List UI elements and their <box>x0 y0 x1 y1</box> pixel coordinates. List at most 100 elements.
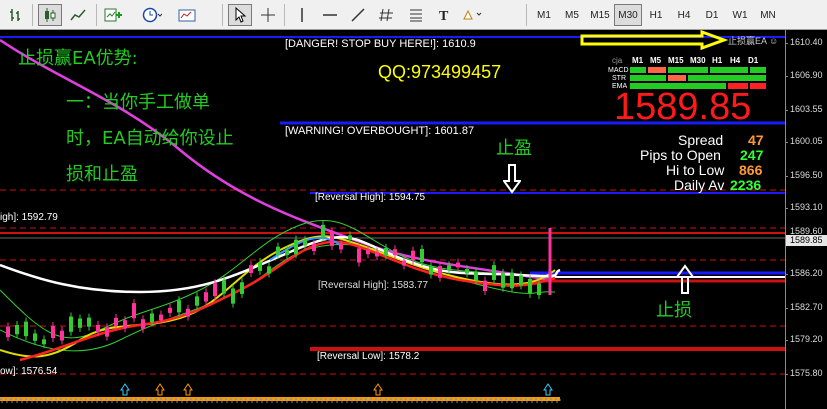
panel-header-m1: M1 <box>632 56 644 65</box>
hash-icon[interactable] <box>374 4 398 26</box>
candle <box>186 304 190 321</box>
candle <box>168 303 172 317</box>
svg-text:T: T <box>439 9 449 23</box>
timeframe-m30[interactable]: M30 <box>614 4 642 26</box>
candle <box>123 316 127 333</box>
pips-label: Pips to Open <box>640 147 721 163</box>
daily-label: Daily Av <box>674 177 725 193</box>
candle <box>24 317 28 341</box>
candlestick-icon[interactable] <box>38 4 62 26</box>
crosshair-icon[interactable] <box>256 4 280 26</box>
panel-header-m5: M5 <box>650 56 662 65</box>
candle <box>258 258 262 275</box>
panel-row-str: STR <box>612 75 626 82</box>
stop-loss-label: 止损 <box>656 300 692 321</box>
pips-value: 247 <box>740 147 764 163</box>
toolbar: T M1 M5 M15 M30 H1 H4 D1 W1 MN <box>0 0 827 30</box>
candle <box>195 292 199 310</box>
candle <box>528 274 532 298</box>
candle <box>132 299 136 323</box>
panel-header-pair: cja <box>612 56 623 65</box>
fibonacci-icon[interactable] <box>404 4 428 26</box>
candle <box>150 309 154 327</box>
timeframe-mn[interactable]: MN <box>754 4 782 26</box>
axis-tick: 1606.90 <box>790 70 823 80</box>
daily-value: 2236 <box>730 177 762 193</box>
line-chart-icon[interactable] <box>66 4 90 26</box>
axis-tick: 1600.05 <box>790 136 823 146</box>
candle <box>231 284 235 308</box>
up-arrow-icon <box>675 264 695 294</box>
ea-heading: 止损赢EA优势: <box>18 48 138 69</box>
bar-chart-icon[interactable] <box>4 4 28 26</box>
candle <box>15 320 19 339</box>
spread-label: Spread <box>678 132 724 148</box>
candle <box>339 239 343 254</box>
price-axis: 1610.40 1606.90 1603.55 1600.05 1596.50 … <box>785 30 827 409</box>
panel-header-m15: M15 <box>668 56 684 65</box>
candle <box>321 220 325 242</box>
ea-line2: 时，EA自动给你设止 <box>66 128 234 149</box>
vertical-line-icon[interactable] <box>290 4 314 26</box>
candle <box>402 256 406 270</box>
signal-arrow-icon <box>373 383 383 396</box>
left-high-label: igh]: 1592.79 <box>0 212 58 223</box>
candle <box>114 313 118 330</box>
danger-label: [DANGER! STOP BUY HERE!]: 1610.9 <box>285 38 476 50</box>
axis-tick: 1586.20 <box>790 268 823 278</box>
new-chart-icon[interactable] <box>102 4 126 26</box>
chart-area[interactable]: 止损赢EA优势: 一：当你手工做单 时，EA自动给你设止 损和止盈 QQ:973… <box>0 30 785 409</box>
timeframe-w1[interactable]: W1 <box>726 4 754 26</box>
timeframe-m1[interactable]: M1 <box>530 4 558 26</box>
candle <box>87 313 91 331</box>
ea-line1: 一：当你手工做单 <box>66 92 210 113</box>
candle <box>330 227 334 251</box>
hilow-value: 866 <box>739 162 763 178</box>
ea-line3: 损和止盈 <box>66 164 138 185</box>
warning-label: [WARNING! OVERBOUGHT]: 1601.87 <box>285 125 475 137</box>
candle <box>33 329 37 345</box>
reversal-low-label: [Reversal Low]: 1578.2 <box>317 351 420 362</box>
timeframe-m15[interactable]: M15 <box>586 4 614 26</box>
candle <box>42 335 46 349</box>
candle <box>303 236 307 250</box>
clock-icon[interactable] <box>140 4 164 26</box>
hilow-label: Hi to Low <box>666 162 725 178</box>
qq-label: QQ:973499457 <box>378 62 502 82</box>
zoom-in-icon[interactable] <box>176 4 200 26</box>
candle <box>357 244 361 267</box>
candle <box>105 323 109 341</box>
candle <box>411 246 415 265</box>
shapes-icon[interactable] <box>460 4 484 26</box>
candle <box>60 326 64 345</box>
timeframe-h1[interactable]: H1 <box>642 4 670 26</box>
panel-header-m30: M30 <box>690 56 706 65</box>
panel-header-d1: D1 <box>748 56 759 65</box>
current-price-display: 1589.85 <box>614 86 752 128</box>
signal-arrow-icon <box>183 383 193 396</box>
trendline-icon[interactable] <box>346 4 370 26</box>
panel-row-macd: MACD <box>608 67 629 74</box>
horizontal-line-icon[interactable] <box>318 4 342 26</box>
signal-arrow-icon <box>543 383 553 396</box>
candle <box>384 243 388 260</box>
timeframe-m5[interactable]: M5 <box>558 4 586 26</box>
axis-tick: 1593.10 <box>790 202 823 212</box>
spread-value: 47 <box>748 132 764 148</box>
candle <box>438 262 442 282</box>
candle <box>204 288 208 306</box>
left-low-label: ow]: 1576.54 <box>0 366 58 377</box>
candle <box>501 268 505 292</box>
candle <box>294 235 298 259</box>
timeframe-h4[interactable]: H4 <box>670 4 698 26</box>
candle <box>393 245 397 260</box>
take-profit-label: 止盈 <box>496 138 532 159</box>
signal-arrow-icon <box>120 383 130 396</box>
candle <box>456 258 460 272</box>
candle <box>267 262 271 278</box>
candle <box>213 279 217 301</box>
timeframe-d1[interactable]: D1 <box>698 4 726 26</box>
cursor-icon[interactable] <box>228 4 252 26</box>
text-icon[interactable]: T <box>432 4 456 26</box>
candle <box>240 278 244 298</box>
